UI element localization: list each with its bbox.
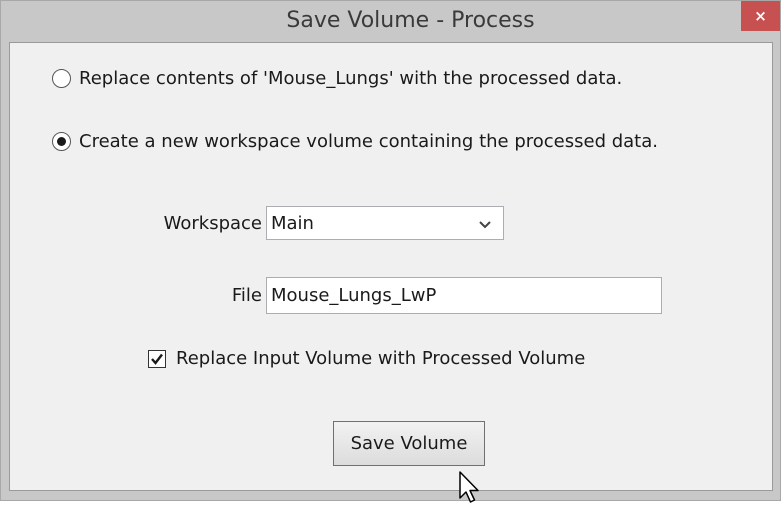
close-button[interactable]: × bbox=[741, 1, 780, 31]
create-option-label: Create a new workspace volume containing… bbox=[79, 131, 658, 152]
file-name-value: Mouse_Lungs_LwP bbox=[271, 285, 437, 306]
save-volume-button[interactable]: Save Volume bbox=[333, 421, 485, 466]
close-icon: × bbox=[754, 7, 767, 25]
file-label: File bbox=[231, 285, 262, 306]
save-volume-label: Save Volume bbox=[350, 433, 468, 454]
window-title: Save Volume - Process bbox=[286, 8, 535, 33]
mouse-pointer-icon bbox=[458, 471, 482, 511]
workspace-select[interactable]: Main bbox=[266, 206, 504, 240]
replace-input-checkbox[interactable] bbox=[148, 349, 166, 368]
radio-dot-icon bbox=[57, 137, 66, 146]
dialog-body: Replace contents of 'Mouse_Lungs' with t… bbox=[9, 42, 773, 503]
replace-radio[interactable] bbox=[52, 69, 71, 88]
dialog-window: Save Volume - Process × Replace contents… bbox=[0, 0, 781, 503]
workspace-value: Main bbox=[271, 212, 314, 234]
file-row: File Mouse_Lungs_LwP bbox=[140, 277, 662, 314]
title-bar[interactable]: Save Volume - Process × bbox=[1, 1, 780, 41]
chevron-down-icon bbox=[479, 213, 491, 234]
file-name-input[interactable]: Mouse_Lungs_LwP bbox=[266, 277, 662, 314]
replace-input-option[interactable]: Replace Input Volume with Processed Volu… bbox=[148, 348, 585, 369]
workspace-label: Workspace bbox=[163, 212, 262, 234]
replace-option[interactable]: Replace contents of 'Mouse_Lungs' with t… bbox=[52, 68, 622, 89]
workspace-row: Workspace Main bbox=[140, 206, 504, 240]
replace-input-label: Replace Input Volume with Processed Volu… bbox=[176, 348, 586, 369]
replace-option-label: Replace contents of 'Mouse_Lungs' with t… bbox=[79, 68, 623, 89]
create-radio[interactable] bbox=[52, 132, 71, 151]
create-option[interactable]: Create a new workspace volume containing… bbox=[52, 131, 658, 152]
